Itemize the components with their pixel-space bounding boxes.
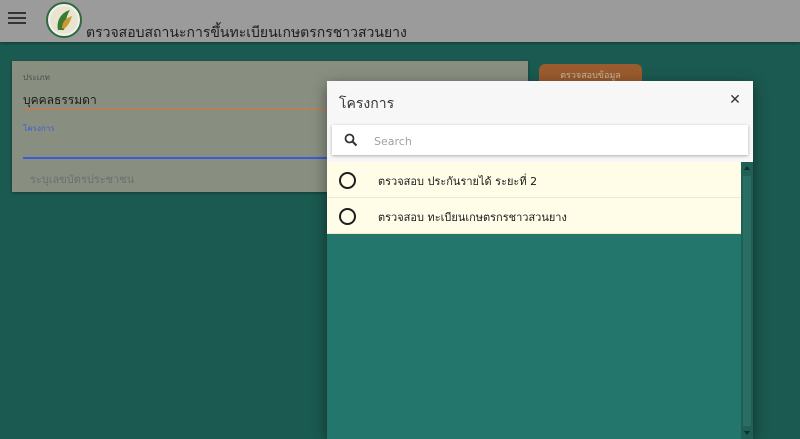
dialog-title: โครงการ: [339, 96, 395, 112]
organization-logo: [46, 2, 82, 38]
scroll-thumb[interactable]: [743, 176, 751, 426]
project-label: โครงการ: [23, 124, 55, 133]
radio-button-icon[interactable]: [339, 208, 356, 225]
option-item-income-insurance[interactable]: ตรวจสอบ ประกันรายได้ ระยะที่ 2: [327, 162, 741, 198]
option-item-farmer-registry[interactable]: ตรวจสอบ ทะเบียนเกษตรกรชาวสวนยาง: [327, 198, 741, 234]
search-icon: [344, 133, 358, 147]
app-header: ตรวจสอบสถานะการขึ้นทะเบียนเกษตรกรชาวสวนย…: [0, 0, 800, 42]
radio-button-icon[interactable]: [339, 172, 356, 189]
type-label: ประเภท: [23, 73, 50, 82]
hamburger-icon[interactable]: [8, 12, 26, 28]
scroll-down-arrow-icon[interactable]: [744, 431, 750, 435]
id-card-input[interactable]: ระบุเลขบัตรประชาชน: [30, 170, 134, 188]
scroll-up-arrow-icon[interactable]: [744, 166, 750, 170]
app-title: ตรวจสอบสถานะการขึ้นทะเบียนเกษตรกรชาวสวนย…: [86, 25, 407, 41]
close-icon[interactable]: ✕: [725, 90, 745, 110]
option-label: ตรวจสอบ ประกันรายได้ ระยะที่ 2: [378, 175, 538, 188]
option-label: ตรวจสอบ ทะเบียนเกษตรกรชาวสวนยาง: [378, 211, 567, 224]
list-scrollbar[interactable]: [741, 162, 753, 439]
search-box: [332, 125, 748, 155]
search-input[interactable]: [372, 129, 736, 153]
project-picker-dialog: โครงการ ✕ ตรวจสอบ ประกันรายได้ ระยะที่ 2…: [327, 81, 753, 439]
options-list: ตรวจสอบ ประกันรายได้ ระยะที่ 2 ตรวจสอบ ท…: [327, 162, 753, 439]
